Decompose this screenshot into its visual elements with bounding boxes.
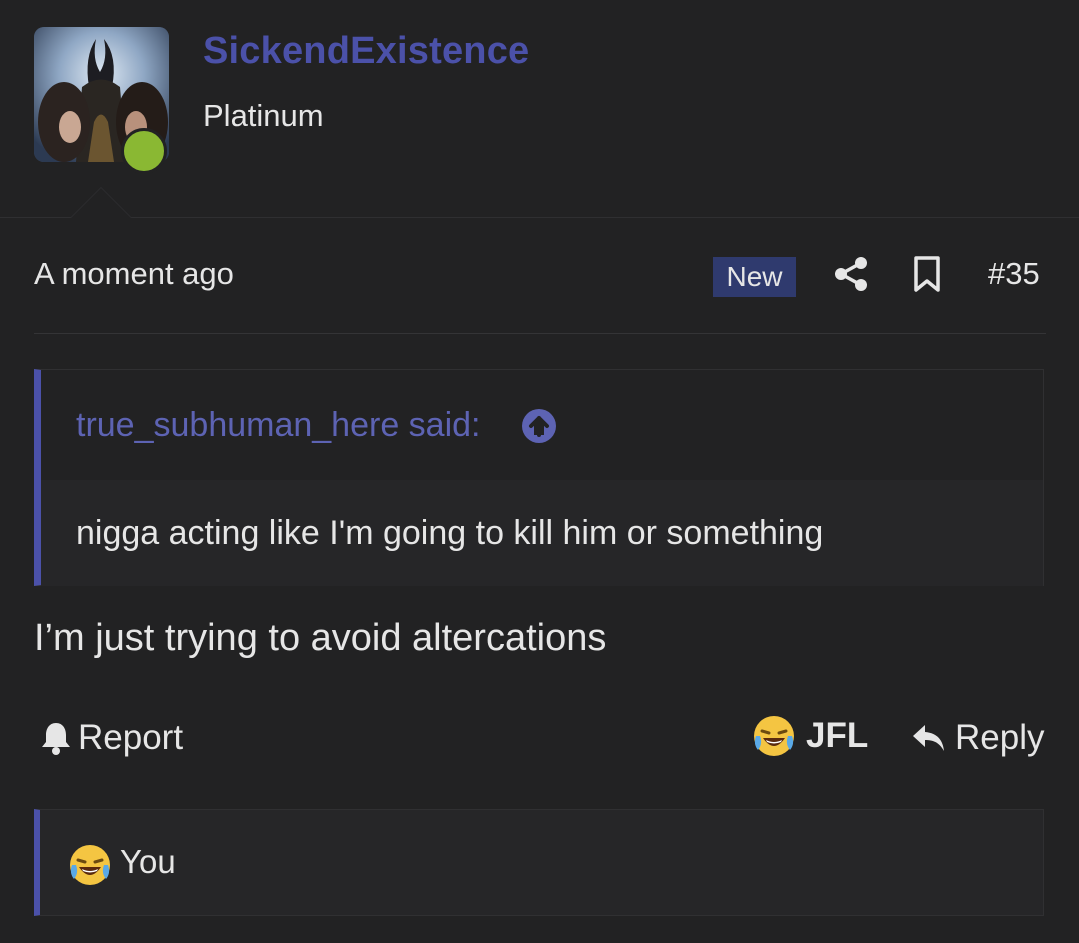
laughing-crying-emoji-icon [70,845,110,885]
reply-button[interactable]: Reply [911,718,1044,758]
reply-label: Reply [955,718,1045,757]
report-button[interactable]: Report [40,718,183,758]
bell-icon [42,723,70,755]
quote-author[interactable]: true_subhuman_here said: [76,406,481,445]
message-pointer [70,187,132,218]
quote-block: true_subhuman_here said: nigga acting li… [34,369,1044,586]
divider [34,333,1046,334]
user-header: SickendExistence Platinum [0,0,1079,218]
username[interactable]: SickendExistence [203,30,529,73]
bookmark-icon[interactable] [913,256,941,292]
post-body: I’m just trying to avoid altercations [34,617,607,659]
post-meta: A moment ago New #35 [34,240,1046,310]
online-status-indicator [121,128,167,174]
reactions-summary[interactable]: You [34,809,1044,916]
arrow-up-circle-icon[interactable] [521,408,557,444]
post-actions: Report JFL Reply [34,712,1046,768]
reaction-button[interactable]: JFL [752,714,868,758]
reply-arrow-icon [913,725,944,751]
report-label: Report [78,718,184,757]
post-number-link[interactable]: #35 [988,256,1040,292]
new-badge: New [713,257,796,297]
quote-text: nigga acting like I'm going to kill him … [76,514,824,552]
post-timestamp[interactable]: A moment ago [34,256,234,292]
quote-header: true_subhuman_here said: [41,370,1043,480]
laughing-crying-emoji-icon [754,716,794,756]
user-title: Platinum [203,98,324,133]
reaction-label: JFL [806,716,869,755]
share-icon[interactable] [834,256,868,292]
quote-content: nigga acting like I'm going to kill him … [41,480,1043,586]
reactions-summary-text: You [120,843,176,880]
